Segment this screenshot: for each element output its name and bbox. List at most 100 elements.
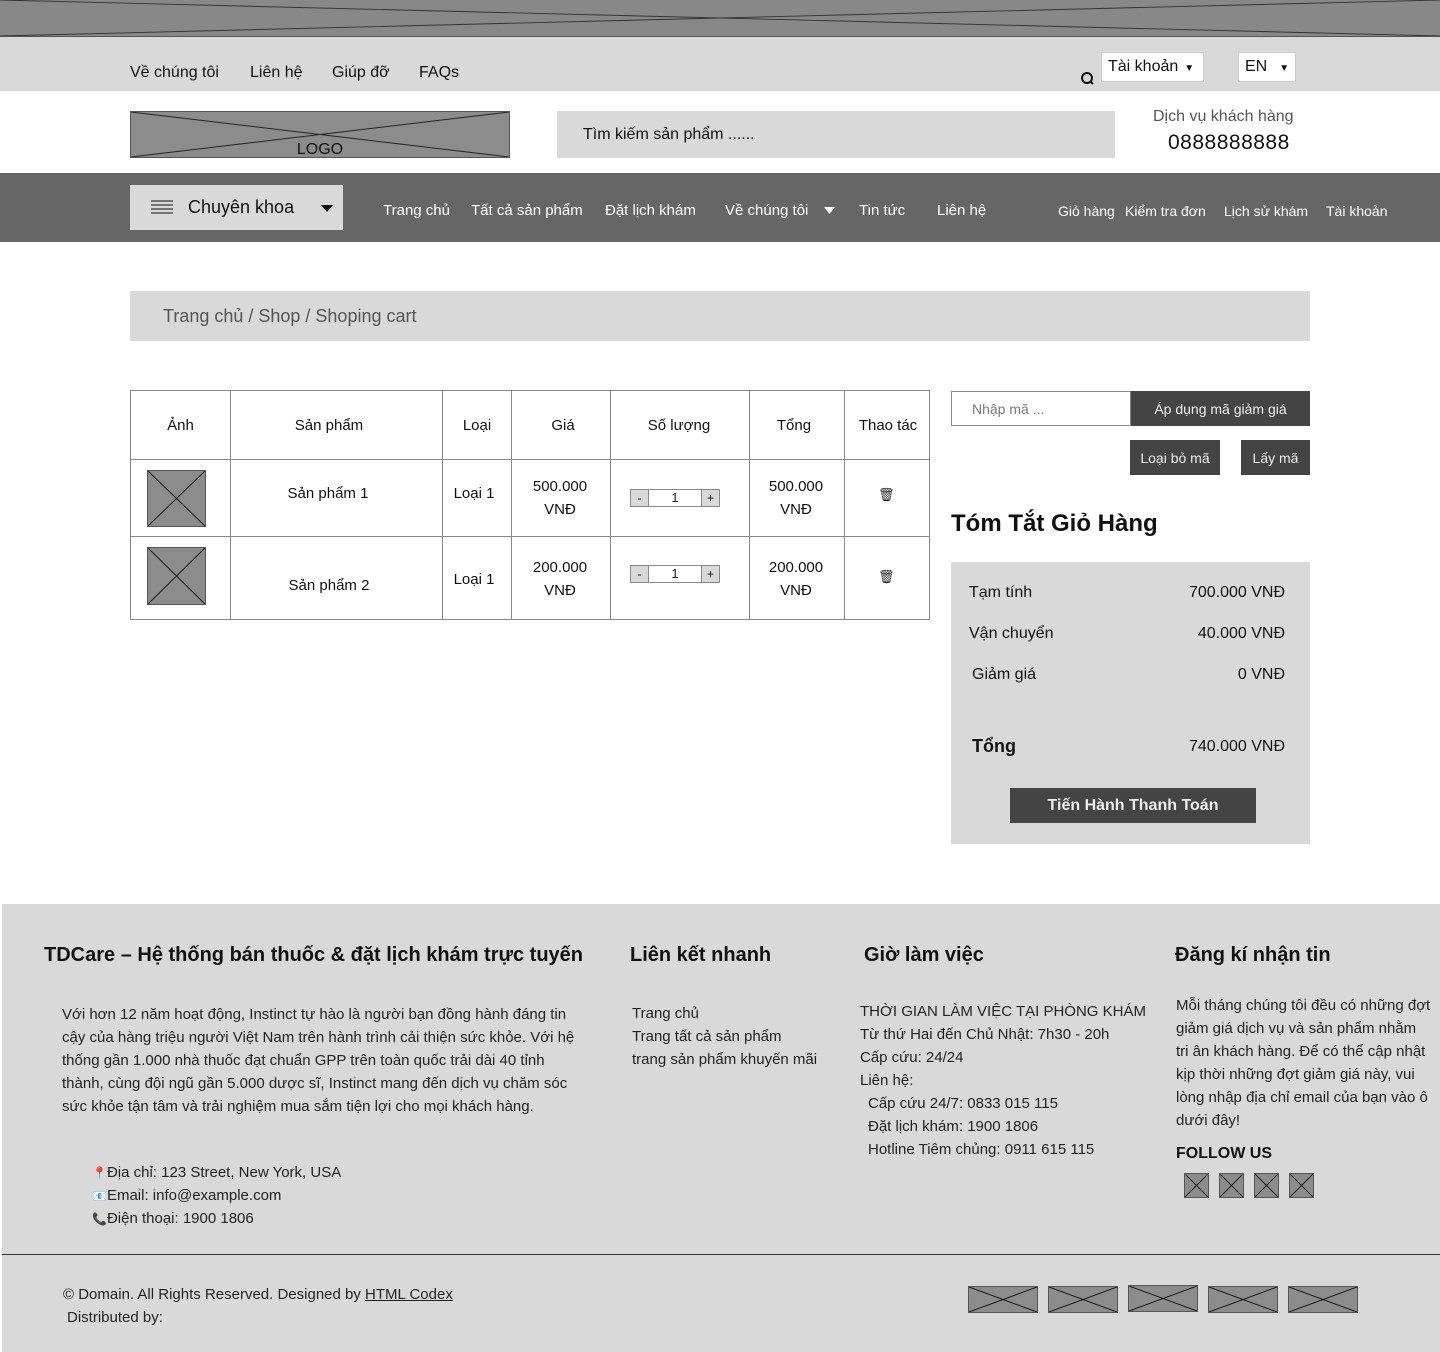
subtotal-value: 700.000 VNĐ [1188,584,1285,601]
social-icon[interactable] [1254,1173,1279,1198]
nav-cart[interactable]: Giỏ hàng [1058,203,1115,219]
social-icon[interactable] [1219,1173,1244,1198]
payment-logo [1128,1285,1198,1312]
footer-quick-links: Trang chủ Trang tất cả sản phẩm trang sả… [632,1002,817,1071]
quantity-stepper: - 1 + [630,565,720,583]
subtotal-label: Tạm tính [969,584,1033,601]
toplink-about[interactable]: Về chúng tôi [130,64,219,82]
header-actions: Thao tác [858,416,918,434]
category-dropdown[interactable]: Chuyên khoa [130,185,343,230]
nav-contact[interactable]: Liên hệ [937,202,986,219]
product-price: 500.000 VNĐ [532,478,588,518]
footer-email: 📧Email: info@example.com [92,1187,282,1204]
hours-line: Từ thứ Hai đến Chủ Nhật: 7h30 - 20h [860,1026,1110,1043]
hours-contact: Đặt lịch khám: 1900 1806 [868,1118,1039,1135]
nav-check-order[interactable]: Kiểm tra đơn [1125,203,1206,219]
hours-line: THỜI GIAN LÀM VIỆC TẠI PHÒNG KHÁM [860,1003,1146,1020]
top-banner-image [0,0,1440,37]
nav-about[interactable]: Về chúng tôi [725,202,808,219]
product-name[interactable]: Sản phẩm 1 [231,460,425,526]
menu-icon [151,200,173,214]
caret-down-icon: ▼ [1184,63,1195,74]
distributed-by: Distributed by: [67,1309,163,1326]
header-type: Loại [462,416,492,434]
product-price: 200.000 VNĐ [532,559,588,599]
footer-about-title: TDCare – Hệ thống bán thuốc & đặt lịch k… [44,944,583,966]
designer-link[interactable]: HTML Codex [365,1286,453,1303]
trash-icon[interactable]: 🗑 [878,569,895,585]
apply-coupon-button[interactable]: Áp dụng mã giảm giá [1131,391,1310,426]
product-total: 500.000 VNĐ [768,478,824,518]
footer-link-all-products[interactable]: Trang tất cả sản phẩm [632,1025,817,1048]
phone-icon: 📞 [92,1212,107,1226]
quantity-value[interactable]: 1 [649,566,701,582]
nav-account[interactable]: Tài khoản [1326,203,1387,219]
breadcrumb-text: Trang chủ / Shop / Shoping cart [163,306,417,326]
social-icon[interactable] [1184,1173,1209,1198]
nav-booking[interactable]: Đặt lịch khám [605,202,696,219]
header-image: Ảnh [167,416,194,434]
quantity-stepper: - 1 + [630,489,720,507]
trash-icon[interactable]: 🗑 [878,487,895,503]
nav-visit-history[interactable]: Lịch sử khám [1224,203,1308,219]
shipping-label: Vận chuyển [969,625,1054,642]
logo[interactable]: LOGO [130,111,510,158]
payment-logo [968,1286,1038,1313]
cart-summary-title: Tóm Tắt Giỏ Hàng [951,510,1158,537]
product-image[interactable] [147,547,206,605]
remove-coupon-button[interactable]: Loại bỏ mã [1130,440,1220,475]
language-select[interactable]: EN ▼ [1238,52,1296,82]
footer-newsletter-text: Mỗi tháng chúng tôi đều có những đợt giả… [1176,997,1431,1129]
increment-button[interactable]: + [701,490,719,506]
toplink-help[interactable]: Giúp đỡ [332,64,390,82]
footer-about-text: Với hơn 12 năm hoạt động, Instinct tự hà… [62,1006,575,1115]
language-select-label: EN [1245,58,1268,75]
discount-label: Giảm giá [972,666,1037,683]
product-name[interactable]: Sản phẩm 2 [231,567,427,603]
nav-all-products[interactable]: Tất cả sản phẩm [471,202,583,219]
follow-us-label: FOLLOW US [1176,1145,1272,1162]
social-icon[interactable] [1289,1173,1314,1198]
payment-logo [1288,1286,1358,1313]
payment-logo [1048,1286,1118,1313]
decrement-button[interactable]: - [631,566,649,582]
footer-link-home[interactable]: Trang chủ [632,1002,817,1025]
copyright-text: © Domain. All Rights Reserved. Designed … [63,1286,361,1303]
toplink-contact[interactable]: Liên hệ [250,64,303,82]
checkout-button[interactable]: Tiến Hành Thanh Toán [1010,788,1256,823]
hours-contact: Hotline Tiêm chủng: 0911 615 115 [868,1141,1095,1158]
footer-hours-title: Giờ làm việc [864,944,984,966]
customer-service-label: Dịch vụ khách hàng [1153,108,1294,125]
nav-news[interactable]: Tin tức [859,202,905,219]
coupon-input[interactable] [951,391,1131,426]
account-select[interactable]: Tài khoản ▼ [1101,52,1204,82]
product-total: 200.000 VNĐ [768,559,824,599]
product-type: Loại 1 [453,484,495,502]
logo-label: LOGO [296,141,344,158]
footer-hours: THỜI GIAN LÀM VIỆC TẠI PHÒNG KHÁM Từ thứ… [860,1000,1146,1161]
increment-button[interactable]: + [701,566,719,582]
search-icon[interactable] [1080,71,1094,85]
get-coupon-button[interactable]: Lấy mã [1241,440,1310,475]
copyright: © Domain. All Rights Reserved. Designed … [63,1283,453,1306]
total-value: 740.000 VNĐ [1188,738,1285,755]
search-input[interactable] [557,111,1115,158]
caret-down-icon: ▼ [1279,63,1290,74]
category-label: Chuyên khoa [188,197,295,217]
footer-link-promo[interactable]: trang sản phẩm khuyến mãi [632,1048,817,1071]
nav-home[interactable]: Trang chủ [383,202,450,219]
shipping-value: 40.000 VNĐ [1197,625,1285,642]
product-image[interactable] [147,470,206,527]
hours-line: Cấp cứu: 24/24 [860,1049,964,1066]
footer-divider [2,1254,1440,1255]
payment-logo [1208,1286,1278,1313]
chevron-down-icon [321,205,333,212]
footer-newsletter-title: Đăng kí nhận tin [1175,944,1331,966]
quantity-value[interactable]: 1 [649,490,701,506]
chevron-down-icon [824,207,835,214]
toplink-faqs[interactable]: FAQs [419,64,459,82]
decrement-button[interactable]: - [631,490,649,506]
header-product: Sản phẩm [294,416,364,434]
breadcrumb: Trang chủ / Shop / Shoping cart [130,291,1310,341]
mail-icon: 📧 [92,1189,107,1203]
